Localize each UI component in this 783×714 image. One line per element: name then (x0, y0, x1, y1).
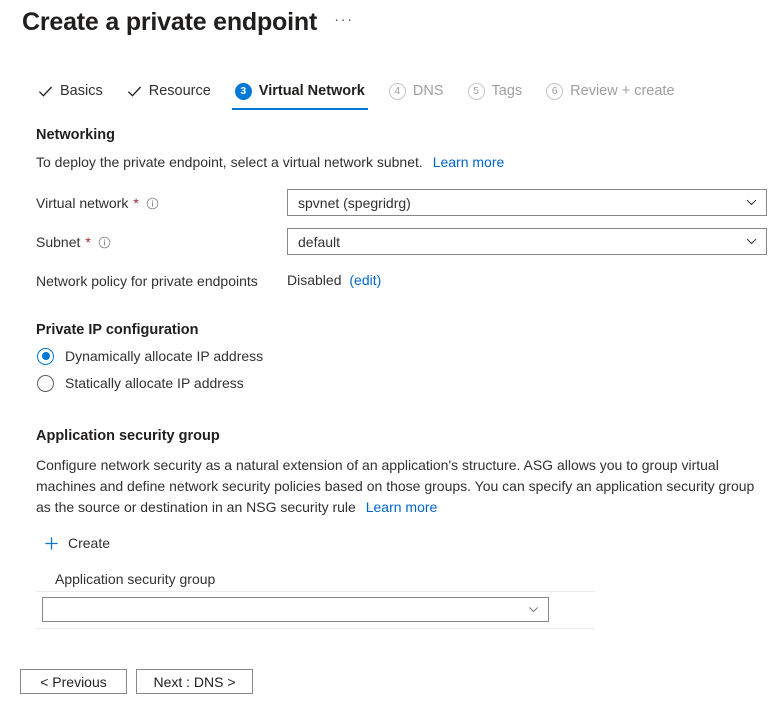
asg-select[interactable] (42, 597, 549, 622)
step-number-badge: 4 (389, 83, 406, 100)
tab-basics[interactable]: Basics (26, 78, 115, 112)
network-policy-edit-link[interactable]: (edit) (349, 272, 381, 288)
tab-label: Basics (60, 81, 103, 101)
virtual-network-label-text: Virtual network (36, 193, 128, 213)
previous-button[interactable]: < Previous (20, 669, 127, 694)
subnet-label: Subnet * (36, 232, 111, 252)
private-ip-heading: Private IP configuration (36, 320, 199, 340)
step-number-badge: 5 (468, 83, 485, 100)
chevron-down-icon (745, 196, 758, 209)
wizard-tabs: Basics Resource 3 Virtual Network 4 DNS … (26, 78, 687, 112)
info-icon[interactable] (146, 197, 159, 210)
network-policy-label-text: Network policy for private endpoints (36, 271, 258, 291)
subnet-label-text: Subnet (36, 232, 80, 252)
plus-icon (44, 536, 59, 551)
networking-learn-more-link[interactable]: Learn more (433, 154, 505, 170)
tab-label: Tags (492, 81, 523, 101)
asg-description: Configure network security as a natural … (36, 455, 766, 518)
check-icon (127, 84, 142, 99)
networking-heading: Networking (36, 125, 115, 145)
tab-tags[interactable]: 5 Tags (456, 78, 535, 112)
tab-label: Resource (149, 81, 211, 101)
virtual-network-select[interactable]: spvnet (spegridrg) (287, 189, 767, 216)
virtual-network-label: Virtual network * (36, 193, 159, 213)
step-number-badge: 3 (235, 83, 252, 100)
chevron-down-icon (745, 235, 758, 248)
asg-divider-top (36, 591, 595, 592)
tab-review-create[interactable]: 6 Review + create (534, 78, 686, 112)
networking-description: To deploy the private endpoint, select a… (36, 152, 504, 173)
network-policy-value-row: Disabled (edit) (287, 270, 381, 291)
radio-static-ip[interactable]: Statically allocate IP address (37, 373, 244, 393)
page-header: Create a private endpoint ··· (22, 6, 357, 38)
radio-button[interactable] (37, 375, 54, 392)
radio-button[interactable] (37, 348, 54, 365)
network-policy-label: Network policy for private endpoints (36, 271, 258, 291)
asg-learn-more-link[interactable]: Learn more (366, 499, 438, 515)
page-title: Create a private endpoint (22, 6, 317, 38)
create-asg-label: Create (68, 533, 110, 553)
next-dns-button[interactable]: Next : DNS > (136, 669, 253, 694)
step-number-badge: 6 (546, 83, 563, 100)
required-indicator: * (85, 235, 90, 249)
tab-dns[interactable]: 4 DNS (377, 78, 456, 112)
asg-divider-bottom (36, 628, 595, 629)
subnet-select[interactable]: default (287, 228, 767, 255)
create-asg-button[interactable]: Create (44, 533, 110, 553)
tab-resource[interactable]: Resource (115, 78, 223, 112)
networking-description-text: To deploy the private endpoint, select a… (36, 154, 423, 170)
radio-dynamic-ip[interactable]: Dynamically allocate IP address (37, 346, 263, 366)
asg-field-label: Application security group (55, 569, 215, 589)
asg-field-label-text: Application security group (55, 569, 215, 589)
more-options-icon[interactable]: ··· (331, 9, 357, 36)
radio-label: Dynamically allocate IP address (65, 346, 263, 366)
virtual-network-value: spvnet (spegridrg) (298, 194, 745, 212)
required-indicator: * (133, 196, 138, 210)
subnet-value: default (298, 233, 745, 251)
tab-label: Review + create (570, 81, 674, 101)
tab-label: DNS (413, 81, 444, 101)
tab-virtual-network[interactable]: 3 Virtual Network (223, 78, 377, 112)
check-icon (38, 84, 53, 99)
info-icon[interactable] (98, 236, 111, 249)
tab-label: Virtual Network (259, 81, 365, 101)
chevron-down-icon (527, 603, 540, 616)
radio-label: Statically allocate IP address (65, 373, 244, 393)
network-policy-value: Disabled (287, 272, 341, 288)
asg-heading: Application security group (36, 426, 220, 446)
